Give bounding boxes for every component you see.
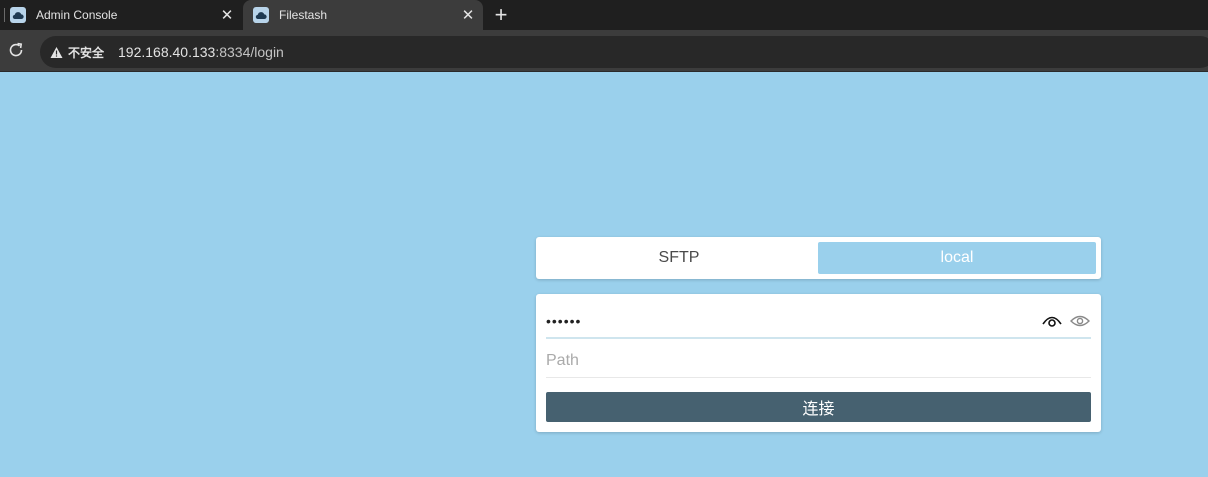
- page-content: SFTP local •••••• 连接: [0, 72, 1208, 477]
- url-host: 192.168.40.133: [118, 44, 216, 60]
- password-value[interactable]: ••••••: [546, 313, 1035, 329]
- login-form: •••••• 连接: [536, 294, 1101, 432]
- connect-button[interactable]: 连接: [546, 392, 1091, 422]
- security-label[interactable]: 不安全: [68, 44, 104, 61]
- address-bar[interactable]: 不安全 192.168.40.133:8334/login: [40, 36, 1208, 68]
- url-path: :8334/login: [215, 44, 284, 60]
- tab-title: Filestash: [279, 8, 328, 22]
- protocol-selector: SFTP local: [536, 237, 1101, 279]
- browser-tab-strip: Admin Console ✕ Filestash ✕ +: [0, 0, 1208, 30]
- close-icon[interactable]: ✕: [459, 6, 477, 24]
- browser-toolbar: 不安全 192.168.40.133:8334/login: [0, 30, 1208, 72]
- tab-sftp[interactable]: SFTP: [541, 242, 817, 274]
- cloud-icon: [10, 7, 26, 23]
- path-input[interactable]: [546, 344, 1091, 377]
- cloud-icon: [253, 7, 269, 23]
- browser-tab-admin-console[interactable]: Admin Console ✕: [0, 0, 242, 30]
- reload-icon[interactable]: [4, 38, 28, 62]
- password-field[interactable]: ••••••: [546, 305, 1091, 339]
- url-text[interactable]: 192.168.40.133:8334/login: [118, 44, 284, 60]
- tab-local[interactable]: local: [818, 242, 1096, 274]
- eye-open-icon[interactable]: [1041, 313, 1063, 329]
- warning-icon[interactable]: [50, 46, 63, 59]
- new-tab-button[interactable]: +: [488, 3, 514, 27]
- close-icon[interactable]: ✕: [218, 6, 236, 24]
- browser-tab-filestash[interactable]: Filestash ✕: [243, 0, 483, 30]
- tab-title: Admin Console: [36, 8, 118, 22]
- path-field[interactable]: [546, 344, 1091, 378]
- eye-icon[interactable]: [1069, 313, 1091, 329]
